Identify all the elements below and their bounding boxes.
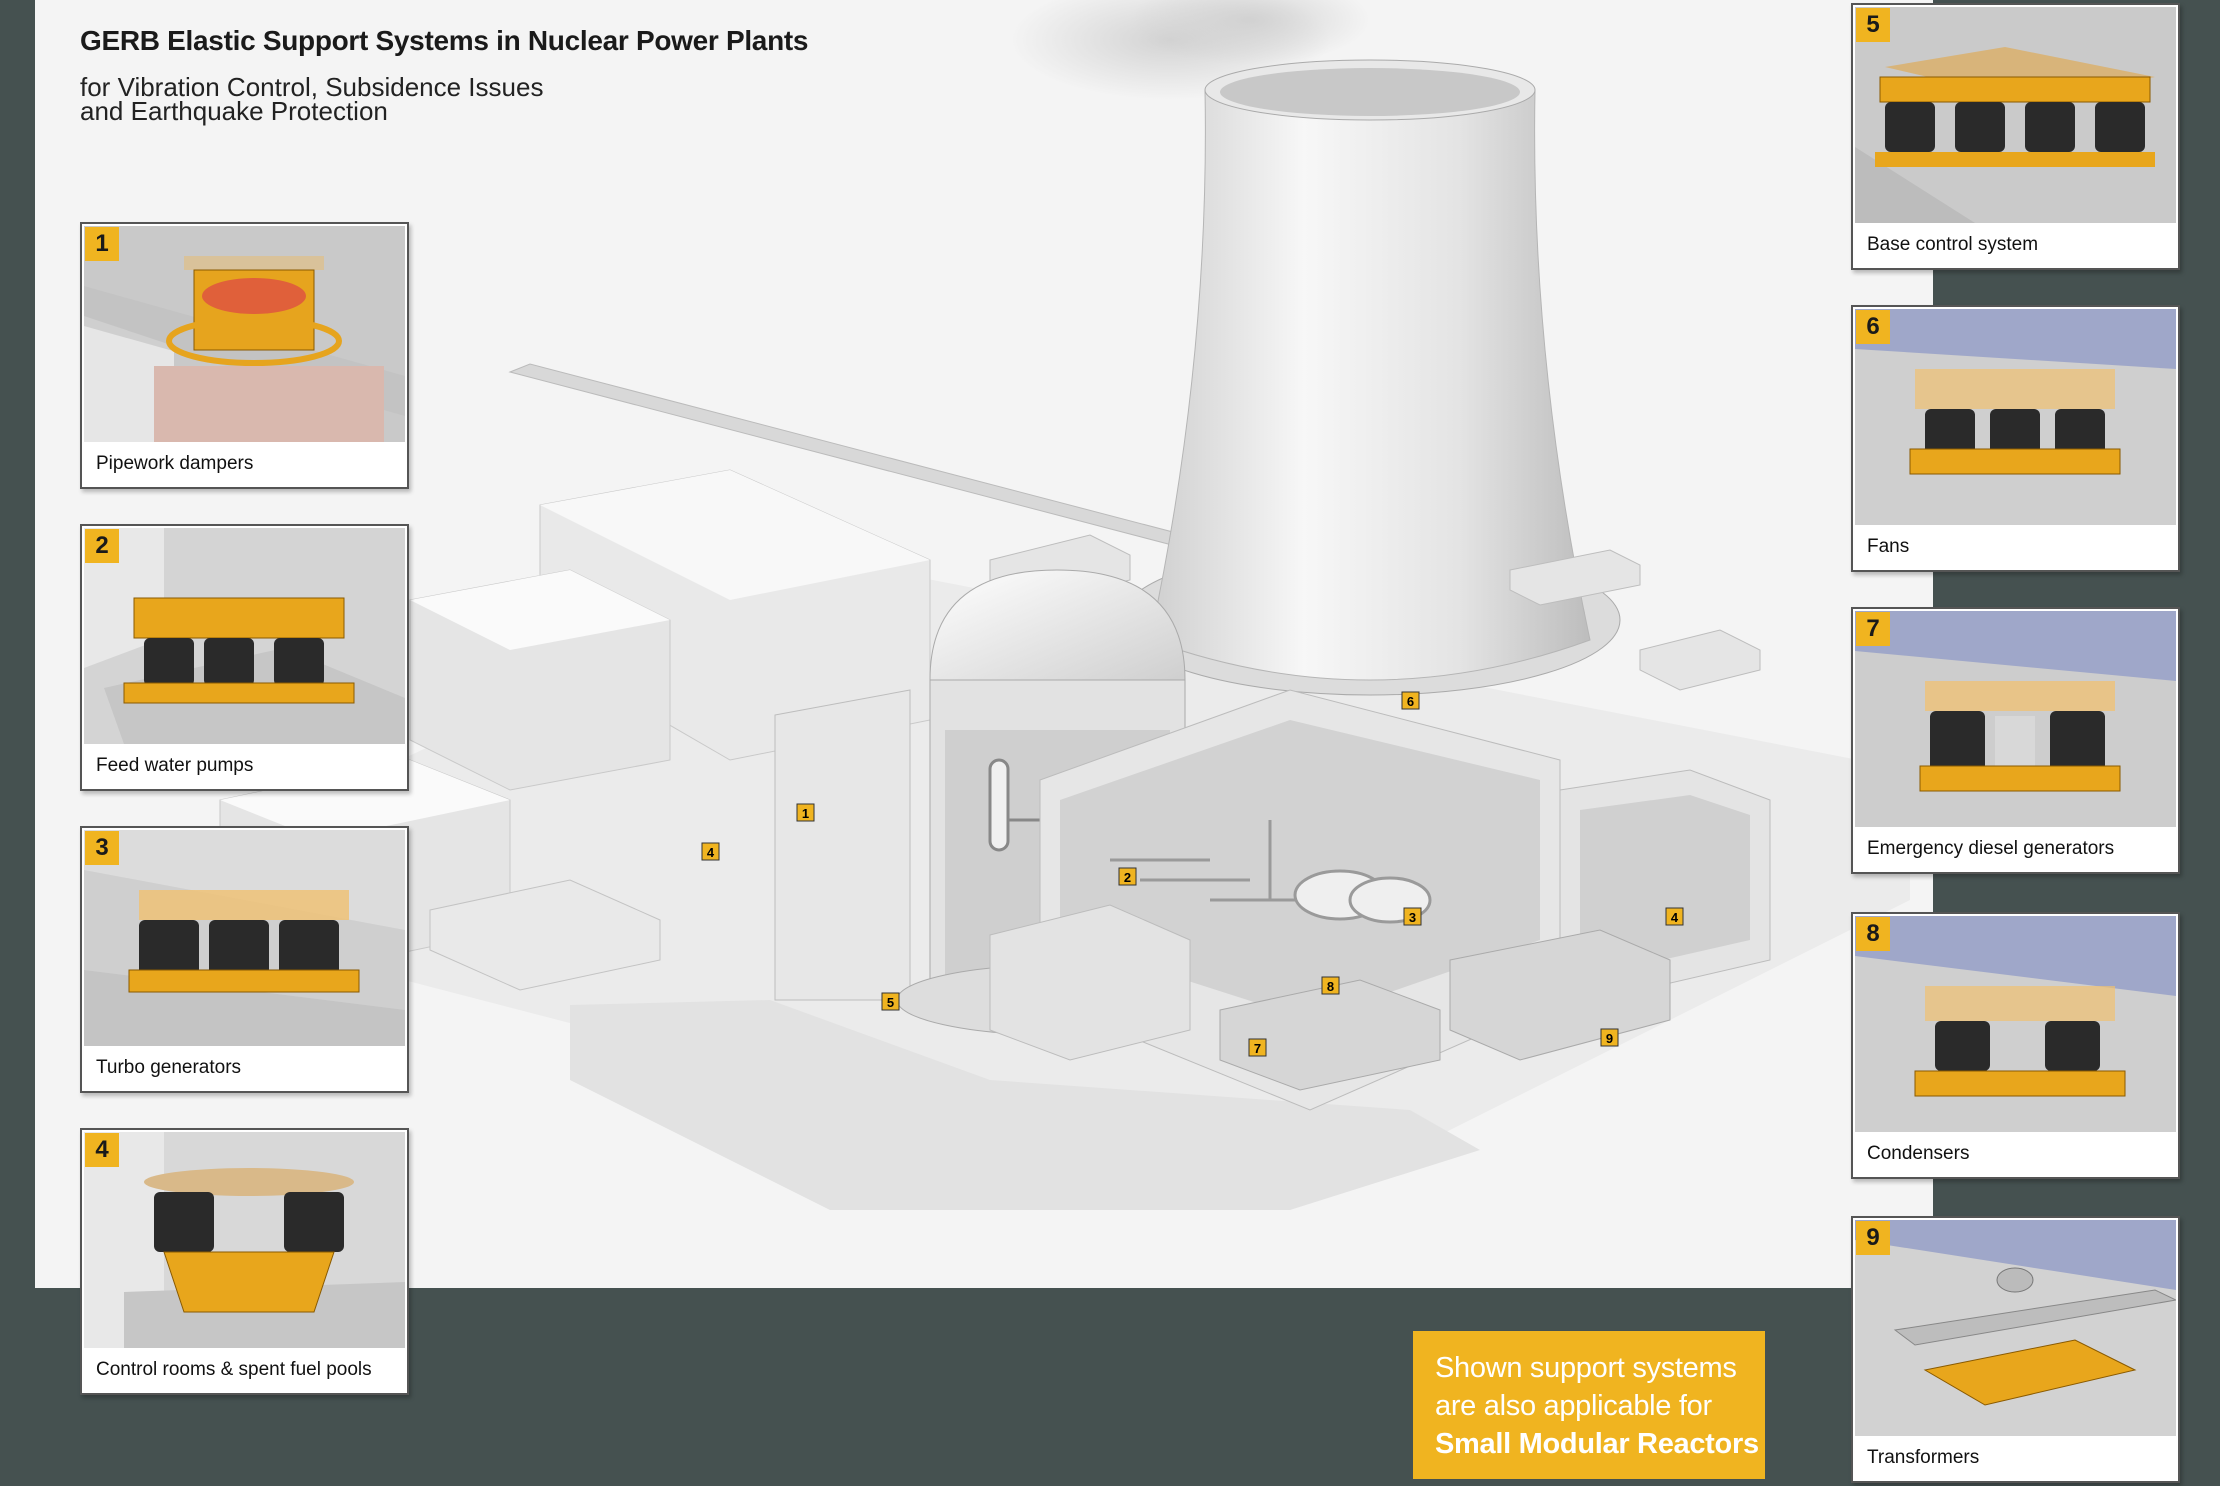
- card-pipework-dampers: 1 Pipework dampers: [80, 222, 409, 489]
- svg-text:1: 1: [802, 806, 809, 821]
- card-feed-water-pumps: 2 Feed water pumps: [80, 524, 409, 791]
- card-number: 3: [85, 831, 119, 865]
- diesel-generator-image: [1855, 611, 2176, 827]
- svg-text:3: 3: [1409, 910, 1416, 925]
- svg-text:4: 4: [1671, 910, 1679, 925]
- condenser-support-image: [1855, 916, 2176, 1132]
- card-caption: Feed water pumps: [96, 755, 254, 776]
- card-number: 4: [85, 1133, 119, 1167]
- fan-support-image: [1855, 309, 2176, 525]
- card-caption: Base control system: [1867, 234, 2039, 255]
- marker-3: 3: [1403, 907, 1422, 926]
- marker-4-right: 4: [1665, 907, 1684, 926]
- note-line-3: Small Modular Reactors: [1435, 1428, 1759, 1460]
- marker-4-left: 4: [701, 842, 720, 861]
- svg-text:8: 8: [1327, 979, 1334, 994]
- card-caption: Transformers: [1867, 1447, 1980, 1468]
- svg-text:5: 5: [887, 995, 894, 1010]
- nuclear-plant-illustration: 1 2 3 4 4 5 6 7 8 9: [219, 0, 1910, 1210]
- svg-text:6: 6: [1407, 694, 1414, 709]
- card-fans: 6 Fans: [1851, 305, 2180, 572]
- card-caption: Emergency diesel generators: [1867, 838, 2115, 859]
- card-number: 2: [85, 529, 119, 563]
- svg-text:7: 7: [1254, 1041, 1261, 1056]
- marker-8: 8: [1321, 976, 1340, 995]
- marker-1: 1: [796, 803, 815, 822]
- svg-text:4: 4: [707, 845, 715, 860]
- card-caption: Pipework dampers: [96, 453, 254, 474]
- marker-5: 5: [881, 992, 900, 1011]
- card-transformers: 9 Transformers: [1851, 1216, 2180, 1483]
- card-caption: Fans: [1867, 536, 1910, 557]
- card-number: 6: [1856, 310, 1890, 344]
- card-emergency-diesel-generators: 7 Emergency diesel generators: [1851, 607, 2180, 874]
- marker-9: 9: [1600, 1028, 1619, 1047]
- pipework-damper-image: [84, 226, 405, 442]
- control-room-support-image: [84, 1132, 405, 1348]
- svg-text:2: 2: [1124, 870, 1131, 885]
- marker-2: 2: [1118, 867, 1137, 886]
- smr-note-box: Shown support systems are also applicabl…: [1413, 1331, 1765, 1479]
- marker-6: 6: [1401, 691, 1420, 710]
- note-line-1: Shown support systems: [1435, 1352, 1737, 1384]
- base-control-system-image: [1855, 7, 2176, 223]
- card-base-control-system: 5 Base control system: [1851, 3, 2180, 270]
- transformer-support-image: [1855, 1220, 2176, 1436]
- card-control-rooms: 4 Control rooms & spent fuel pools: [80, 1128, 409, 1395]
- card-number: 9: [1856, 1221, 1890, 1255]
- marker-7: 7: [1248, 1038, 1267, 1057]
- card-number: 8: [1856, 917, 1890, 951]
- card-caption: Turbo generators: [96, 1057, 242, 1078]
- svg-text:9: 9: [1606, 1031, 1613, 1046]
- card-condensers: 8 Condensers: [1851, 912, 2180, 1179]
- card-number: 5: [1856, 8, 1890, 42]
- card-number: 1: [85, 227, 119, 261]
- card-turbo-generators: 3 Turbo generators: [80, 826, 409, 1093]
- turbo-generator-image: [84, 830, 405, 1046]
- feed-water-pump-image: [84, 528, 405, 744]
- card-caption: Control rooms & spent fuel pools: [96, 1359, 372, 1380]
- note-line-2: are also applicable for: [1435, 1390, 1712, 1422]
- card-number: 7: [1856, 612, 1890, 646]
- card-caption: Condensers: [1867, 1143, 1970, 1164]
